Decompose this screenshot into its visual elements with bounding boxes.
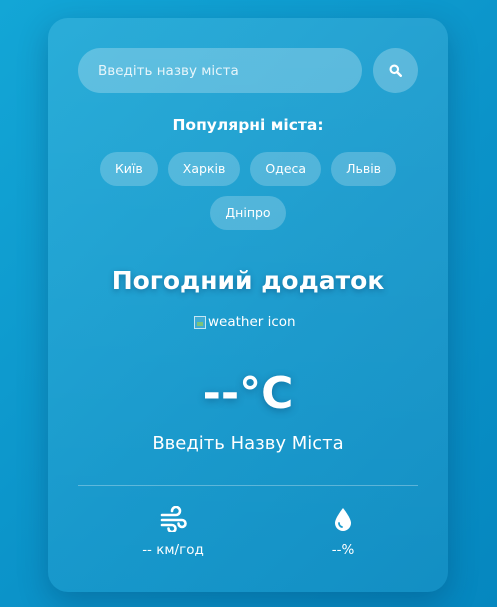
weather-icon-alt-text: weather icon bbox=[208, 314, 296, 330]
search-button[interactable] bbox=[373, 48, 418, 93]
city-chip-dnipro[interactable]: Дніпро bbox=[210, 196, 286, 230]
popular-cities-list: Київ Харків Одеса Львів Дніпро bbox=[88, 152, 408, 230]
humidity-detail: --% bbox=[263, 506, 423, 558]
city-search-input[interactable] bbox=[78, 48, 362, 93]
divider bbox=[78, 485, 418, 486]
broken-image-icon bbox=[194, 315, 206, 329]
city-name: Введіть Назву Міста bbox=[152, 433, 344, 454]
popular-cities-title: Популярні міста: bbox=[172, 116, 324, 134]
humidity-value: --% bbox=[331, 542, 355, 558]
city-chip-odesa[interactable]: Одеса bbox=[250, 152, 322, 186]
search-icon bbox=[389, 64, 402, 77]
water-drop-icon bbox=[335, 508, 351, 531]
wind-icon bbox=[160, 506, 187, 532]
app-title: Погодний додаток bbox=[111, 266, 385, 295]
temperature-value: --°C bbox=[202, 368, 294, 419]
city-chip-kyiv[interactable]: Київ bbox=[99, 152, 158, 186]
search-bar bbox=[78, 48, 418, 93]
city-chip-lviv[interactable]: Львів bbox=[331, 152, 397, 186]
wind-speed-value: -- км/год bbox=[142, 542, 204, 558]
weather-icon: weather icon bbox=[194, 314, 296, 330]
wind-detail: -- км/год bbox=[93, 506, 253, 558]
city-chip-kharkiv[interactable]: Харків bbox=[167, 152, 241, 186]
weather-card: Популярні міста: Київ Харків Одеса Львів… bbox=[48, 18, 448, 592]
